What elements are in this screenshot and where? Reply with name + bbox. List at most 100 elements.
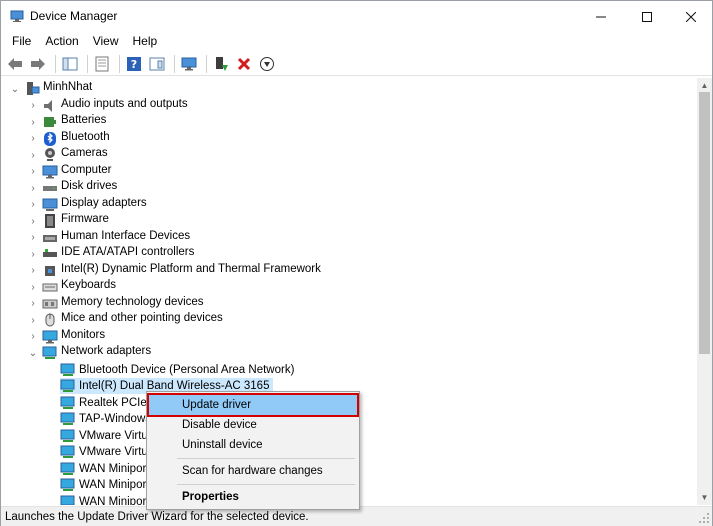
category-label: Audio inputs and outputs [61, 97, 188, 110]
device-item[interactable]: Realtek PCIe G [60, 395, 159, 411]
resize-grip-icon[interactable] [698, 512, 710, 524]
menu-action[interactable]: Action [38, 32, 85, 52]
forward-arrow-icon [31, 57, 45, 70]
vertical-scrollbar[interactable]: ▲ ▼ [697, 78, 712, 505]
chevron-right-icon[interactable]: › [28, 197, 38, 213]
chevron-right-icon[interactable]: › [28, 312, 38, 328]
disk-drive-icon [43, 186, 57, 191]
tree-category[interactable]: › Display adapters [28, 197, 147, 213]
update-driver-menu-item[interactable]: Update driver [147, 393, 359, 417]
menu-item-label: Disable device [182, 419, 257, 431]
category-label: Firmware [61, 213, 109, 225]
tree-category[interactable]: › Human Interface Devices [28, 230, 190, 246]
uninstall-device-menu-item[interactable]: Uninstall device [149, 435, 357, 455]
scroll-down-arrow-icon[interactable]: ▼ [697, 490, 712, 505]
uninstall-toolbar-button[interactable] [234, 54, 254, 74]
display-adapter-icon [42, 198, 58, 211]
device-item[interactable]: VMware Virtua [60, 428, 154, 444]
device-item[interactable]: WAN Miniport [60, 461, 150, 477]
menu-item-label: Properties [182, 491, 239, 503]
tree-category[interactable]: › Computer [28, 164, 112, 180]
tree-root[interactable]: ⌄ MinhNhat [10, 81, 92, 97]
category-label: Display adapters [61, 196, 147, 209]
menu-view[interactable]: View [86, 32, 126, 52]
chevron-right-icon[interactable]: › [28, 296, 38, 312]
chevron-right-icon[interactable]: › [28, 213, 38, 229]
scan-hardware-menu-item[interactable]: Scan for hardware changes [149, 461, 357, 481]
device-manager-icon [10, 10, 24, 22]
update-driver-toolbar-button[interactable] [211, 54, 231, 74]
camera-icon [45, 148, 55, 161]
menu-separator [177, 458, 355, 459]
properties-toolbar-button[interactable] [92, 54, 112, 74]
menu-help[interactable]: Help [126, 32, 165, 52]
show-hide-console-tree-button[interactable] [60, 54, 80, 74]
chevron-right-icon[interactable]: › [28, 164, 38, 180]
toolbar: ? [1, 52, 712, 76]
disable-device-menu-item[interactable]: Disable device [149, 415, 357, 435]
chevron-right-icon[interactable]: › [28, 180, 38, 196]
tree-category[interactable]: › Memory technology devices [28, 296, 203, 312]
chevron-down-icon[interactable]: ⌄ [10, 81, 20, 97]
tree-category[interactable]: › Firmware [28, 213, 109, 229]
tree-category[interactable]: › Audio inputs and outputs [28, 98, 188, 114]
chevron-right-icon[interactable]: › [28, 246, 38, 262]
help-toolbar-button[interactable]: ? [124, 54, 144, 74]
device-label: VMware Virtua [79, 429, 155, 442]
device-item[interactable]: Bluetooth Device (Personal Area Network) [60, 362, 294, 378]
mouse-icon [45, 313, 55, 327]
menu-bar: File Action View Help [1, 32, 712, 52]
computer-icon [27, 82, 40, 95]
back-button[interactable] [5, 54, 25, 74]
view-toolbar-button[interactable] [147, 54, 167, 74]
maximize-button[interactable] [624, 1, 670, 32]
tree-category[interactable]: › Mice and other pointing devices [28, 312, 223, 328]
monitor-scan-icon [181, 57, 197, 70]
bluetooth-icon [44, 131, 56, 146]
title-bar[interactable]: Device Manager [1, 1, 712, 32]
category-label: Monitors [61, 328, 106, 341]
network-adapter-icon [60, 379, 75, 392]
tree-category[interactable]: › Keyboards [28, 279, 116, 295]
forward-button[interactable] [28, 54, 48, 74]
back-arrow-icon [8, 57, 22, 70]
tree-category[interactable]: › Monitors [28, 329, 105, 345]
chevron-right-icon[interactable]: › [28, 329, 38, 345]
category-label: Computer [61, 163, 112, 176]
tree-category[interactable]: › Bluetooth [28, 131, 110, 147]
device-item[interactable]: WAN Miniport [60, 477, 150, 493]
chevron-right-icon[interactable]: › [28, 131, 38, 147]
properties-menu-item[interactable]: Properties [149, 487, 357, 507]
minimize-button[interactable] [578, 1, 624, 32]
chevron-right-icon[interactable]: › [28, 230, 38, 246]
device-item[interactable]: VMware Virtua [60, 444, 154, 460]
menu-file[interactable]: File [5, 32, 38, 52]
enable-device-toolbar-button[interactable] [257, 54, 277, 74]
device-item[interactable]: WAN Miniport [60, 494, 150, 506]
category-label: Network adapters [61, 345, 152, 357]
scan-hardware-toolbar-button[interactable] [179, 54, 199, 74]
tree-category-network-adapters[interactable]: ⌄ Network adapters [28, 345, 151, 361]
chevron-right-icon[interactable]: › [28, 263, 38, 279]
scroll-up-arrow-icon[interactable]: ▲ [697, 78, 712, 93]
chevron-right-icon[interactable]: › [28, 114, 38, 130]
chevron-right-icon[interactable]: › [28, 147, 38, 163]
help-icon: ? [127, 56, 141, 71]
device-label: WAN Miniport [79, 495, 150, 506]
scrollbar-thumb[interactable] [699, 92, 710, 354]
category-label: IDE ATA/ATAPI controllers [61, 246, 195, 258]
device-label: WAN Miniport [79, 479, 150, 491]
chevron-right-icon[interactable]: › [28, 98, 38, 114]
network-adapter-icon [60, 412, 75, 425]
tree-category[interactable]: › Cameras [28, 147, 108, 163]
chevron-down-icon[interactable]: ⌄ [28, 345, 38, 361]
tree-category[interactable]: › IDE ATA/ATAPI controllers [28, 246, 194, 262]
tree-category[interactable]: › Intel(R) Dynamic Platform and Thermal … [28, 263, 321, 279]
network-adapter-icon [60, 462, 75, 475]
close-button[interactable] [668, 1, 713, 32]
chevron-right-icon[interactable]: › [28, 279, 38, 295]
tree-category[interactable]: › Batteries [28, 114, 106, 130]
network-adapter-icon [60, 396, 75, 409]
tree-category[interactable]: › Disk drives [28, 180, 117, 196]
menu-item-label: Uninstall device [182, 439, 263, 451]
